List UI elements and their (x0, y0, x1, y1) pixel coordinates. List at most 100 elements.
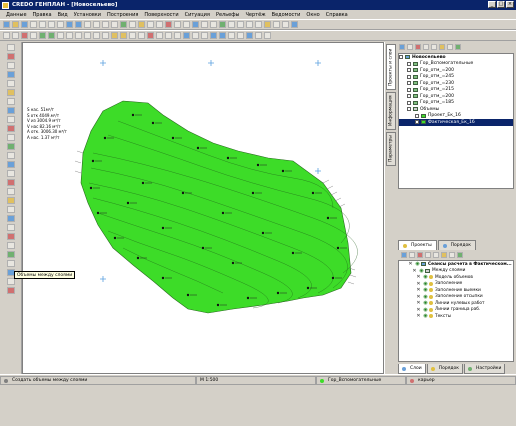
layer-icon[interactable] (138, 21, 145, 28)
undo-icon[interactable] (66, 21, 73, 28)
checkbox[interactable] (407, 74, 411, 79)
measure-icon[interactable] (174, 21, 181, 28)
vol-view-icon[interactable] (449, 251, 455, 258)
checkbox[interactable] (407, 81, 411, 86)
save-icon[interactable] (21, 21, 28, 28)
line-icon[interactable] (3, 32, 10, 39)
print-icon[interactable] (30, 21, 37, 28)
lt-triangle-icon[interactable] (6, 197, 15, 204)
eye-icon[interactable]: ◉ (422, 287, 429, 293)
arrow-icon[interactable] (21, 32, 28, 39)
lt-profile-icon[interactable] (6, 107, 15, 114)
menu-drawing[interactable]: Чертёж (245, 12, 265, 18)
pan-icon[interactable] (120, 21, 127, 28)
tab-projects[interactable]: Проекты (398, 240, 437, 250)
lt-section-icon[interactable] (6, 116, 15, 123)
tree-root[interactable]: ✕ ◉ Сеансы расчета в Фактическом... (399, 261, 513, 268)
region-icon[interactable] (219, 32, 226, 39)
checkbox[interactable] (407, 68, 411, 73)
lt-volume-icon[interactable] (6, 89, 15, 96)
dimension-icon[interactable] (237, 21, 244, 28)
vol-props-icon[interactable] (441, 251, 447, 258)
maximize-button[interactable]: □ (497, 1, 505, 8)
lt-tool-icon[interactable] (6, 287, 15, 294)
lt-select-icon[interactable] (6, 44, 15, 51)
close-icon[interactable]: ✕ (407, 261, 414, 267)
eye-icon[interactable]: ◉ (422, 307, 429, 313)
tree-item-selected[interactable]: Фактическая_Ек_16 (399, 119, 513, 126)
triangle-icon[interactable] (201, 21, 208, 28)
zoom-window-icon[interactable] (102, 21, 109, 28)
menu-data[interactable]: Данные (6, 12, 27, 18)
ellipse-icon[interactable] (75, 32, 82, 39)
lt-mark-icon[interactable] (6, 224, 15, 231)
rotate-icon[interactable] (165, 32, 172, 39)
info-icon[interactable] (264, 21, 271, 28)
lt-label-icon[interactable] (6, 161, 15, 168)
perpendicular-icon[interactable] (30, 32, 37, 39)
spline-icon[interactable] (120, 32, 127, 39)
open-icon[interactable] (12, 21, 19, 28)
close-icon[interactable]: ✕ (415, 300, 422, 306)
grid-icon[interactable] (147, 21, 154, 28)
lt-line-icon[interactable] (6, 62, 15, 69)
vol-edit-icon[interactable] (457, 251, 463, 258)
square-icon[interactable] (93, 32, 100, 39)
leader-icon[interactable] (237, 32, 244, 39)
tab-settings[interactable]: Настройки (464, 364, 506, 374)
volume-icon[interactable] (219, 21, 226, 28)
lt-volumes-between-layers-icon[interactable] (6, 278, 15, 285)
checkbox[interactable] (407, 87, 411, 92)
lt-measure-icon[interactable] (6, 170, 15, 177)
filter-icon[interactable] (282, 21, 289, 28)
minimize-button[interactable]: _ (488, 1, 496, 8)
checkbox[interactable] (407, 107, 411, 112)
help-icon[interactable] (291, 21, 298, 28)
refresh-icon[interactable] (129, 21, 136, 28)
snap-icon[interactable] (156, 21, 163, 28)
vol-down-icon[interactable] (433, 251, 439, 258)
checkbox[interactable] (407, 94, 411, 99)
menu-window[interactable]: Окно (306, 12, 319, 18)
vol-up-icon[interactable] (425, 251, 431, 258)
vol-delete-icon[interactable] (417, 251, 423, 258)
lt-contour-icon[interactable] (6, 80, 15, 87)
menu-situation[interactable]: Ситуация (185, 12, 210, 18)
layer-down-icon[interactable] (431, 43, 437, 50)
menu-view[interactable]: Вид (58, 12, 68, 18)
lt-cut-icon[interactable] (6, 125, 15, 132)
vol-open-icon[interactable] (409, 251, 415, 258)
rectangle-icon[interactable] (57, 32, 64, 39)
contour-icon[interactable] (210, 21, 217, 28)
arc-icon[interactable] (84, 32, 91, 39)
tab-information[interactable]: Информация (386, 92, 396, 130)
menu-surfaces[interactable]: Поверхности (144, 12, 178, 18)
lt-green-icon[interactable] (6, 251, 15, 258)
menu-build[interactable]: Построения (107, 12, 138, 18)
lt-point-icon[interactable] (6, 53, 15, 60)
tab-parameters[interactable]: Параметры (386, 132, 396, 166)
delete-icon[interactable] (147, 32, 154, 39)
text-icon[interactable] (228, 21, 235, 28)
lt-delete-icon[interactable] (6, 179, 15, 186)
surface-icon[interactable] (192, 21, 199, 28)
drawing-canvas[interactable]: S нас. 51м²/т S отк 4049.м²/т V из 3004.… (22, 42, 384, 374)
close-icon[interactable]: ✕ (415, 313, 422, 319)
checkbox[interactable] (399, 55, 403, 60)
close-icon[interactable]: ✕ (415, 307, 422, 313)
lt-text-icon[interactable] (6, 152, 15, 159)
copy-icon[interactable] (48, 21, 55, 28)
layer-delete-icon[interactable] (415, 43, 421, 50)
lt-surface-icon[interactable] (6, 71, 15, 78)
layer-visible-icon[interactable] (455, 43, 461, 50)
tab-layers[interactable]: Слои (398, 364, 426, 374)
tab-projects-layers[interactable]: Проекты и слои (386, 44, 396, 90)
checkbox[interactable] (415, 113, 419, 118)
trim-icon[interactable] (138, 32, 145, 39)
tree-item[interactable]: ✕ ◉ Тексты (399, 313, 513, 320)
lt-link-icon[interactable] (6, 215, 15, 222)
zoom-out-icon[interactable] (93, 21, 100, 28)
eye-icon[interactable]: ◉ (422, 274, 429, 280)
menu-settings[interactable]: Установки (74, 12, 101, 18)
close-icon[interactable]: ✕ (415, 274, 422, 280)
